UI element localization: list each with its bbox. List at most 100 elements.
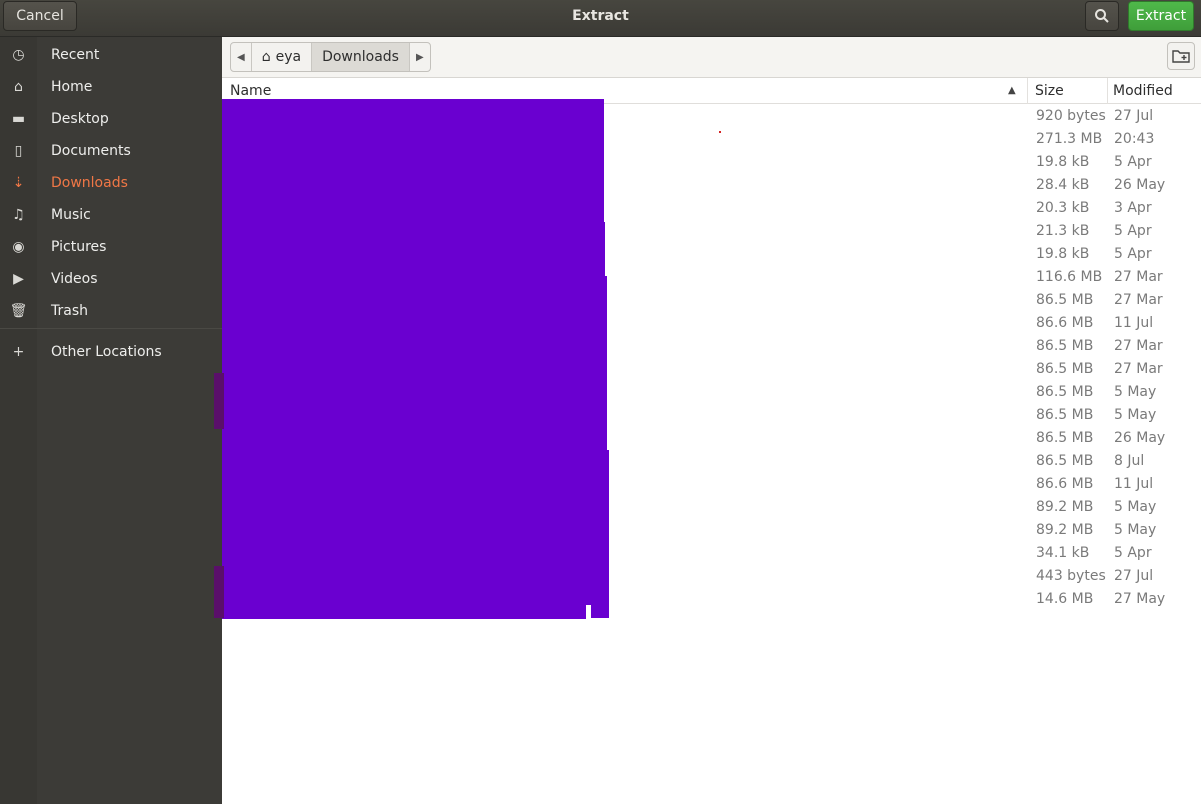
redaction-block (222, 600, 586, 619)
column-header-label: Name (230, 82, 272, 99)
column-header-modified[interactable]: Modified (1108, 78, 1201, 104)
file-size: 89.2 MB (1036, 522, 1094, 538)
file-modified: 27 Mar (1114, 292, 1163, 308)
folder-icon: ▬ (11, 111, 26, 127)
places-sidebar: ◷ Recent ⌂ Home ▬ Desktop ▯ Documents ⇣ … (0, 37, 222, 804)
redaction-block (222, 450, 609, 605)
music-icon: ♫ (12, 207, 25, 223)
path-segment-home[interactable]: ⌂ eya (252, 43, 313, 71)
sidebar-item-videos[interactable]: ▶ Videos (0, 263, 222, 295)
sidebar-item-recent[interactable]: ◷ Recent (0, 39, 222, 71)
clock-icon: ◷ (12, 47, 25, 63)
sidebar-item-documents[interactable]: ▯ Documents (0, 135, 222, 167)
sidebar-item-label: Downloads (51, 175, 128, 191)
download-icon: ⇣ (12, 175, 25, 191)
document-icon: ▯ (14, 143, 23, 159)
file-size: 271.3 MB (1036, 131, 1103, 147)
file-modified: 27 Mar (1114, 269, 1163, 285)
file-size: 14.6 MB (1036, 591, 1094, 607)
column-header-size[interactable]: Size (1028, 78, 1108, 104)
redaction-block (222, 99, 604, 224)
plus-icon: + (12, 344, 25, 360)
path-back-arrow[interactable]: ◀ (231, 43, 252, 71)
file-size: 920 bytes (1036, 108, 1106, 124)
column-header-label: Size (1035, 82, 1064, 99)
sidebar-item-label: Videos (51, 271, 98, 287)
sidebar-item-label: Other Locations (51, 344, 162, 360)
file-modified: 11 Jul (1114, 476, 1154, 492)
file-size: 28.4 kB (1036, 177, 1090, 193)
file-modified: 8 Jul (1114, 453, 1145, 469)
file-size: 86.6 MB (1036, 476, 1094, 492)
file-modified: 5 Apr (1114, 223, 1152, 239)
file-modified: 5 May (1114, 499, 1157, 515)
file-size: 86.5 MB (1036, 338, 1094, 354)
extract-button[interactable]: Extract (1128, 1, 1194, 31)
column-header-label: Modified (1113, 82, 1173, 99)
file-size: 86.5 MB (1036, 384, 1094, 400)
sidebar-item-pictures[interactable]: ◉ Pictures (0, 231, 222, 263)
sidebar-item-music[interactable]: ♫ Music (0, 199, 222, 231)
file-size: 86.5 MB (1036, 453, 1094, 469)
path-segment-label: eya (275, 49, 302, 65)
sidebar-item-label: Music (51, 207, 91, 223)
file-size: 34.1 kB (1036, 545, 1090, 561)
file-modified: 20:43 (1114, 131, 1155, 147)
home-icon: ⌂ (14, 79, 23, 95)
file-modified: 5 May (1114, 407, 1157, 423)
file-modified: 27 May (1114, 591, 1166, 607)
sidebar-item-desktop[interactable]: ▬ Desktop (0, 103, 222, 135)
sidebar-separator (0, 328, 222, 329)
file-size: 19.8 kB (1036, 246, 1090, 262)
sidebar-item-home[interactable]: ⌂ Home (0, 71, 222, 103)
redaction-block (222, 222, 605, 282)
file-size: 443 bytes (1036, 568, 1106, 584)
file-modified: 5 Apr (1114, 246, 1152, 262)
file-modified: 5 Apr (1114, 154, 1152, 170)
dialog-title: Extract (572, 8, 629, 24)
sidebar-item-other-locations[interactable]: + Other Locations (0, 336, 222, 368)
file-size: 86.5 MB (1036, 361, 1094, 377)
file-size: 21.3 kB (1036, 223, 1090, 239)
new-folder-button[interactable] (1167, 42, 1195, 70)
sidebar-item-label: Recent (51, 47, 100, 63)
file-size: 86.5 MB (1036, 430, 1094, 446)
file-modified: 5 May (1114, 384, 1157, 400)
header-bar: Cancel Extract Extract (0, 0, 1201, 37)
file-size: 86.6 MB (1036, 315, 1094, 331)
redaction-block (222, 276, 607, 456)
file-size: 86.5 MB (1036, 407, 1094, 423)
file-size: 116.6 MB (1036, 269, 1103, 285)
file-modified: 5 Apr (1114, 545, 1152, 561)
file-size: 19.8 kB (1036, 154, 1090, 170)
camera-icon: ◉ (12, 239, 25, 255)
search-button[interactable] (1085, 1, 1119, 31)
video-icon: ▶ (13, 271, 24, 287)
file-modified: 27 Mar (1114, 338, 1163, 354)
redaction-block (214, 566, 224, 618)
file-modified: 27 Jul (1114, 108, 1154, 124)
file-size: 20.3 kB (1036, 200, 1090, 216)
sidebar-item-label: Pictures (51, 239, 107, 255)
home-icon: ⌂ (261, 49, 271, 65)
file-modified: 3 Apr (1114, 200, 1152, 216)
sidebar-item-label: Documents (51, 143, 131, 159)
sidebar-item-downloads[interactable]: ⇣ Downloads (0, 167, 222, 199)
file-modified: 11 Jul (1114, 315, 1154, 331)
path-segment-downloads[interactable]: Downloads (312, 43, 410, 71)
redaction-block (214, 373, 224, 429)
path-forward-arrow[interactable]: ▶ (410, 43, 430, 71)
path-bar: ◀ ⌂ eya Downloads ▶ (230, 42, 431, 72)
sidebar-item-label: Trash (51, 303, 88, 319)
trash-icon: 🗑 (9, 303, 28, 319)
file-size: 86.5 MB (1036, 292, 1094, 308)
file-modified: 26 May (1114, 177, 1166, 193)
file-modified: 27 Jul (1114, 568, 1154, 584)
sidebar-item-trash[interactable]: 🗑 Trash (0, 295, 222, 327)
sort-ascending-icon: ▲ (1008, 85, 1016, 96)
cancel-button[interactable]: Cancel (3, 1, 77, 31)
file-modified: 5 May (1114, 522, 1157, 538)
annotation-dot (719, 131, 721, 133)
file-modified: 26 May (1114, 430, 1166, 446)
sidebar-item-label: Desktop (51, 111, 109, 127)
